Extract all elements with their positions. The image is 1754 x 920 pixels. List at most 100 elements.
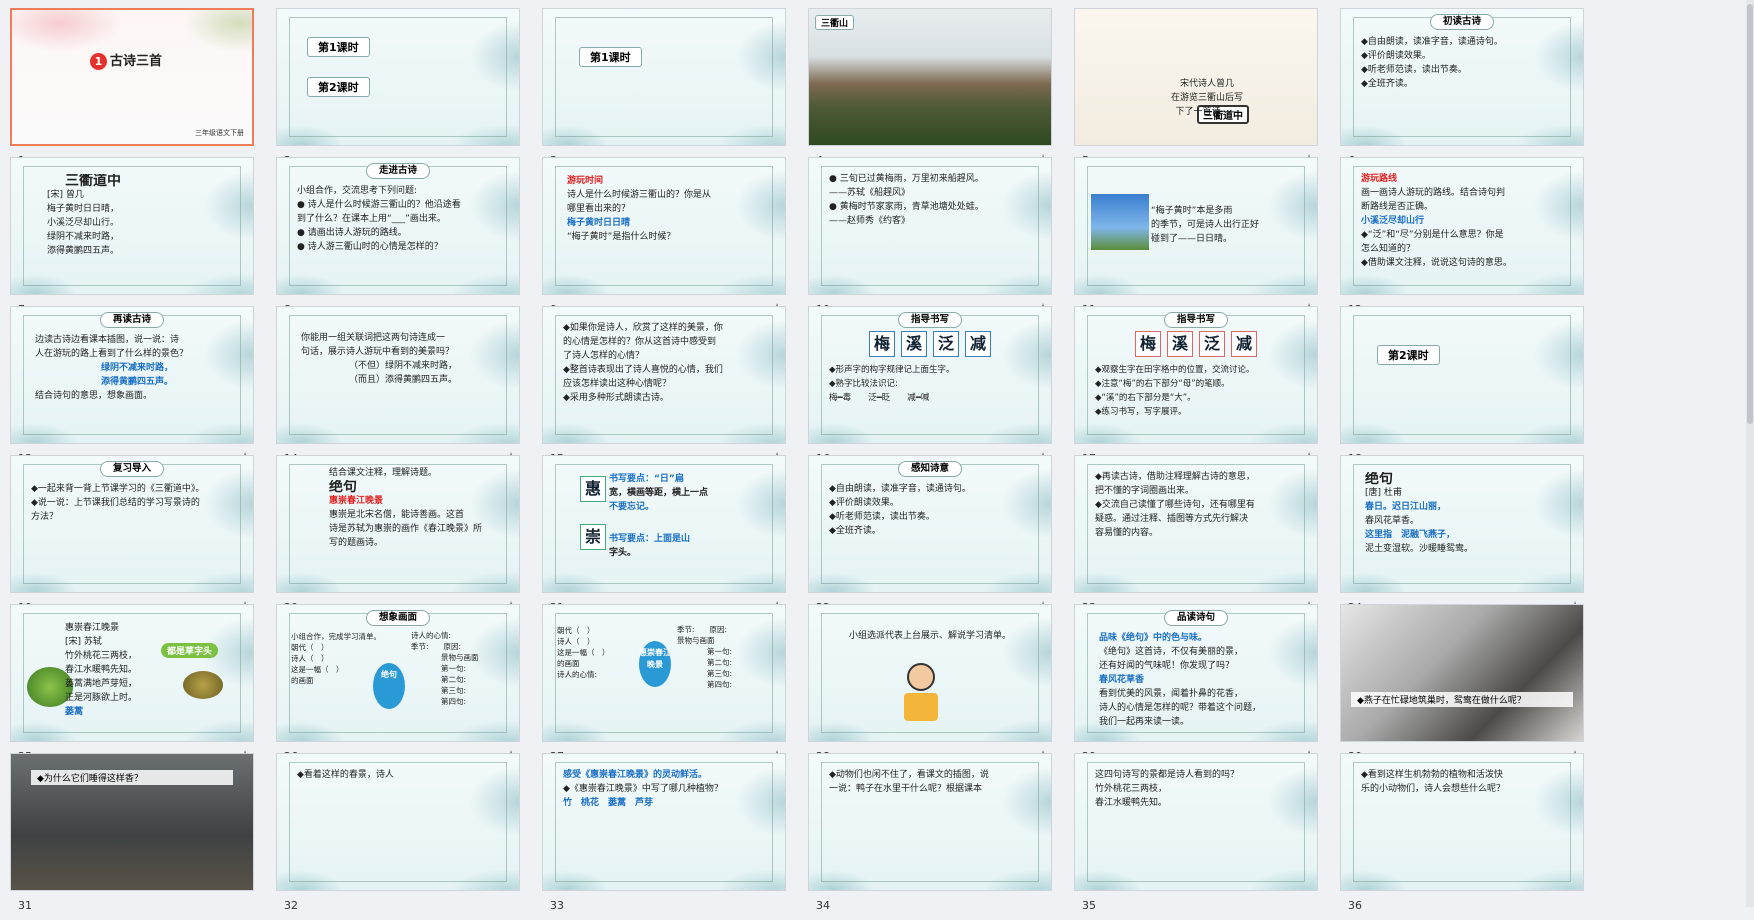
text-line: 添得黄鹂四五声。 — [100, 377, 173, 387]
slide-thumbnail[interactable]: 游玩时间 诗人是什么时候游三衢山的？你是从 哪里看出来的？ 梅子黄时日日晴 “梅子黄时”… — [542, 157, 786, 295]
slide-cell: 惠崇书写要点：“日”扁宽，横画等距，横上一点不要忘记。书写要点：上面是山字头。2… — [542, 455, 788, 622]
slide-thumbnail[interactable]: 初读古诗 ◆自由朗读，读准字音，读通诗句。 ◆评价朗读效果。 ◆听老师范读，读出节奏。… — [1340, 8, 1584, 146]
slide-thumbnail[interactable]: 惠崇春江晚景 朝代（ ）诗人（ ）这是一幅（ ）的画面 诗人的心情: 季节: 原因: 景… — [542, 604, 786, 742]
text-line: 第四句: — [441, 697, 467, 706]
text-line: 游玩时间 — [567, 176, 604, 186]
slide-thumbnail[interactable]: ◆为什么它们睡得这样香？ — [10, 753, 254, 891]
slide-text: ◆一起来背一背上节课学习的《三衢道中》。 ◆说一说：上节课我们总结的学习写景诗的方… — [31, 482, 239, 582]
text-line: 怎么知道的？ — [1361, 244, 1416, 254]
text-line: 把不懂的字词圈画出来。 — [1095, 486, 1195, 496]
slide-thumbnail[interactable]: 惠崇书写要点：“日”扁 宽，横画等距，横上一点 不要忘记。 书写要点：上面是山 字头。 — [542, 455, 786, 593]
text-line: 感受《惠崇春江晚景》的灵动鲜活。 — [563, 770, 708, 780]
slide-thumbnail[interactable]: 游玩路线 画一画诗人游玩的路线。结合诗句判 断路线是否正确。 小溪泛尽却山行 ◆“泛”和… — [1340, 157, 1584, 295]
title-block: 1 古诗三首 — [90, 50, 162, 70]
slide-thumbnail[interactable]: ● 三旬已过黄梅雨，万里初来船趕风。 ——苏轼《船趕风》 ● 黄梅时节家家雨，青草池… — [808, 157, 1052, 295]
slide-text: ◆如果你是诗人，欣赏了这样的美景，你 的心情是怎样的？你从这首诗中感受到 了诗人怎样… — [563, 321, 771, 433]
text-line: 春风花草香 — [1099, 675, 1145, 685]
slide-thumbnail[interactable]: 走进古诗小组合作，交流思考下列问题: ● 诗人是什么时候游三衢山的？他沿途看 到了… — [276, 157, 520, 295]
slide-thumbnail[interactable]: ◆看着这样的春景，诗人 — [276, 753, 520, 891]
slide-cell: 游玩时间 诗人是什么时候游三衢山的？你是从 哪里看出来的？ 梅子黄时日日晴 “梅子黄时”… — [542, 157, 788, 324]
slide-cell: 三衢道中宋代诗人曾几在游览三衢山后写下了一首诗——5★ — [1074, 8, 1320, 175]
character-row: 梅溪泛减 — [1075, 331, 1317, 357]
text-line: ◆采用多种形式朗读古诗。 — [563, 393, 669, 403]
text-line: 春江水暖鸭先知。 — [65, 665, 138, 675]
text-line: 写的题画诗。 — [329, 538, 384, 548]
slide-text: “梅子黄时”本是多雨 的季节，可是诗人出行正好 碰到了——日日晴。 — [1151, 204, 1303, 284]
slide-thumbnail[interactable]: 指导书写梅溪泛减 ◆形声字的构字规律记上面生字。 ◆熟字比较法识记: 梅━毒 泛━眨 … — [808, 306, 1052, 444]
slide-text: ◆观察生字在田字格中的位置，交流讨论。 ◆注意“梅”的右下部分“母”的笔顺。 ◆“溪… — [1095, 363, 1303, 433]
slide-text: 小组合作，完成学习清单。 朝代（ ）诗人（ ）这是一幅（ ）的画面 诗人的心情: 季节… — [291, 631, 505, 731]
slide-thumbnail[interactable]: 再读古诗 边读古诗边看课本插图，说一说：诗 人在游玩的路上看到了什么样的景色？ 绿阴不… — [10, 306, 254, 444]
slide-thumbnail[interactable]: 这四句诗写的景都是诗人看到的吗？ 竹外桃花三两枝， 春江水暖鸭先知。 — [1074, 753, 1318, 891]
scrollbar-thumb[interactable] — [1747, 4, 1753, 424]
text-line: [宋] 曾几 — [47, 190, 84, 200]
slide-cell: 再读古诗 边读古诗边看课本插图，说一说：诗 人在游玩的路上看到了什么样的景色？ 绿阴不… — [10, 306, 256, 473]
text-line: 蒌蒿满地芦芽短， — [65, 679, 138, 689]
slide-thumbnail[interactable]: 结合课文注释，理解诗题。 绝句 惠崇春江晚景 惠崇是北宋名僧，能诗善画。这首 诗是苏轼为… — [276, 455, 520, 593]
slide-thumbnail[interactable]: ◆如果你是诗人，欣赏了这样的美景，你 的心情是怎样的？你从这首诗中感受到 了诗人怎样… — [542, 306, 786, 444]
slide-cell: ◆看着这样的春景，诗人 32 — [276, 753, 522, 920]
slide-text: ◆再读古诗，借助注释理解古诗的意思， 把不懂的字词圈画出来。 ◆交流自己读懂了哪些诗… — [1095, 470, 1303, 582]
slide-thumbnail[interactable]: ◆看到这样生机勃勃的植物和活泼快 乐的小动物们，诗人会想些什么呢？ — [1340, 753, 1584, 891]
text-line: 字头。 — [609, 548, 637, 558]
vertical-scrollbar[interactable] — [1746, 0, 1754, 907]
slide-frame — [555, 17, 773, 137]
slide-thumbnail[interactable]: 都是草字头 惠崇春江晚景 [宋] 苏轼 竹外桃花三两枝， 春江水暖鸭先知。 蒌蒿满地芦芽短… — [10, 604, 254, 742]
slide-cell: 指导书写梅溪泛减 ◆观察生字在田字格中的位置，交流讨论。 ◆注意“梅”的右下部分“母… — [1074, 306, 1320, 473]
text-line: 容易懂的内容。 — [1095, 528, 1159, 538]
slide-thumbnail[interactable]: 想象画面 绝句 小组合作，完成学习清单。 朝代（ ）诗人（ ）这是一幅（ ）的画面 诗人… — [276, 604, 520, 742]
character-box: 惠 — [580, 476, 606, 502]
slide-thumbnail[interactable]: 第2课时 — [1340, 306, 1584, 444]
text-line: 梅子黄时日日晴， — [47, 204, 120, 214]
slide-cell: 复习导入 ◆一起来背一背上节课学习的《三衢道中》。 ◆说一说：上节课我们总结的学习写… — [10, 455, 256, 622]
slide-thumbnail[interactable]: 第1课时第2课时 — [276, 8, 520, 146]
slide-cell: 惠崇春江晚景 朝代（ ）诗人（ ）这是一幅（ ）的画面 诗人的心情: 季节: 原因: 景… — [542, 604, 788, 771]
character-box: 减 — [965, 331, 991, 357]
slide-thumbnail[interactable]: ◆再读古诗，借助注释理解古诗的意思， 把不懂的字词圈画出来。 ◆交流自己读懂了哪些诗… — [1074, 455, 1318, 593]
slide-thumbnail[interactable]: ◆燕子在忙碌地筑巢时，鸳鸯在做什么呢？ — [1340, 604, 1584, 742]
text-line: ◆自由朗读，读准字音，读通诗句。 — [1361, 37, 1503, 47]
text-line: ◆全班齐读。 — [1361, 79, 1413, 89]
text-line: 梅子黄时日日晴 — [567, 218, 631, 228]
slide-thumbnail[interactable]: 你能用一组关联词把这两句诗连成一 句话，展示诗人游玩中看到的美景吗？ （不但）绿阴不… — [276, 306, 520, 444]
text-line: 诗人是什么时候游三衢山的？你是从 — [567, 190, 712, 200]
slide-cell: 走进古诗小组合作，交流思考下列问题: ● 诗人是什么时候游三衢山的？他沿途看 到了… — [276, 157, 522, 324]
slide-thumbnail[interactable]: 感受《惠崇春江晚景》的灵动鲜活。 ◆《惠崇春江晚景》中写了哪几种植物？ 竹 桃花 蒌… — [542, 753, 786, 891]
text-line: ◆《惠崇春江晚景》中写了哪几种植物？ — [563, 784, 723, 794]
text-line: 结合诗句的意思，想象画面。 — [35, 391, 153, 401]
slide-thumbnail[interactable]: 三衢山 — [808, 8, 1052, 146]
slide-thumbnail[interactable]: 三衢道中 [宋] 曾几 梅子黄时日日晴， 小溪泛尽却山行。 绿阴不减来时路， 添得黄鹂四五… — [10, 157, 254, 295]
slide-text: 你能用一组关联词把这两句诗连成一 句话，展示诗人游玩中看到的美景吗？ （不但）绿阴不… — [301, 331, 505, 433]
text-line: 边读古诗边看课本插图，说一说：诗 — [35, 335, 180, 345]
slide-thumbnail[interactable]: 1 古诗三首 三年级语文下册 — [10, 8, 254, 146]
slide-thumbnail[interactable]: 感知诗意 ◆自由朗读，读准字音，读通诗句。 ◆评价朗读效果。 ◆听老师范读，读出节奏。… — [808, 455, 1052, 593]
text-line: ◆听老师范读，读出节奏。 — [829, 512, 935, 522]
text-line: 季节: 原因: — [677, 625, 728, 634]
text-line: 小组合作，交流思考下列问题: — [297, 186, 418, 196]
slide-tag: 第2课时 — [307, 77, 370, 97]
slide-thumbnail[interactable]: 绝句 [唐] 杜甫 春日。迟日江山丽， 春风花草香。 这里指 泥融飞燕子， 泥土变湿软。沙… — [1340, 455, 1584, 593]
slide-thumbnail[interactable]: “梅子黄时”本是多雨 的季节，可是诗人出行正好 碰到了——日日晴。 — [1074, 157, 1318, 295]
text-line: 蒌蒿 — [65, 707, 84, 717]
slide-thumbnail[interactable]: 复习导入 ◆一起来背一背上节课学习的《三衢道中》。 ◆说一说：上节课我们总结的学习写… — [10, 455, 254, 593]
slide-thumbnail[interactable]: 小组选派代表上台展示、解说学习清单。 — [808, 604, 1052, 742]
text-line: ——赵师秀《约客》 — [829, 216, 911, 226]
slide-text: 惠崇春江晚景 [宋] 苏轼 竹外桃花三两枝， 春江水暖鸭先知。 蒌蒿满地芦芽短， 正是河豚… — [65, 621, 239, 731]
text-line: ◆交流自己读懂了哪些诗句，还有哪里有 — [1095, 500, 1255, 510]
text-line: 的心情是怎样的？你从这首诗中感受到 — [563, 337, 717, 347]
slide-thumbnail[interactable]: ◆动物们也闲不住了，看课文的插图，说 一说：鸭子在水里干什么呢？根据课本 — [808, 753, 1052, 891]
text-line: 第四句: — [707, 680, 733, 689]
text-line: ◆全班齐读。 — [829, 526, 881, 536]
slide-thumbnail[interactable]: 品读诗句 品味《绝句》中的色与味。 《绝句》这首诗，不仅有美丽的景， 还有好闻的气味呢… — [1074, 604, 1318, 742]
slide-text: 朝代（ ）诗人（ ）这是一幅（ ）的画面 诗人的心情: 季节: 原因: 景物与画面 第一… — [557, 625, 771, 731]
slide-text: 小组合作，交流思考下列问题: ● 诗人是什么时候游三衢山的？他沿途看 到了什么？在… — [297, 184, 505, 284]
text-line: 绿阴不减来时路， — [100, 363, 173, 373]
slide-thumbnail[interactable]: 三衢道中 宋代诗人曾几 在游览三衢山后写 下了一首诗—— — [1074, 8, 1318, 146]
slide-text: 品味《绝句》中的色与味。 《绝句》这首诗，不仅有美丽的景， 还有好闻的气味呢！你发现… — [1099, 631, 1303, 731]
text-line: 绝句 — [1365, 472, 1393, 486]
slide-title: 走进古诗 — [365, 163, 431, 179]
slide-thumbnail[interactable]: 指导书写梅溪泛减 ◆观察生字在田字格中的位置，交流讨论。 ◆注意“梅”的右下部分“母… — [1074, 306, 1318, 444]
slide-thumbnail[interactable]: 第1课时 — [542, 8, 786, 146]
text-line: “梅子黄时”是指什么时候？ — [567, 232, 676, 242]
slide-tag: 第1课时 — [307, 37, 370, 57]
